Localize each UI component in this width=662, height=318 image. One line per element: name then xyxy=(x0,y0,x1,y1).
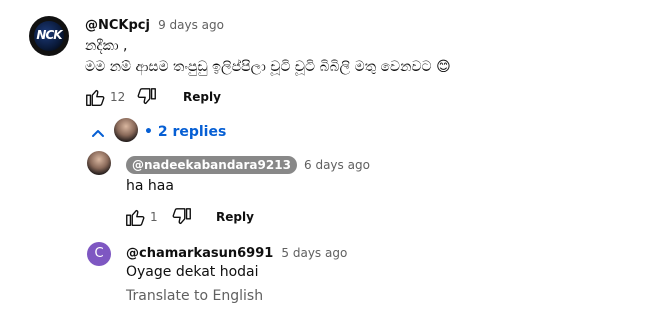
reply-button[interactable]: Reply xyxy=(183,90,221,104)
thumbs-up-icon xyxy=(126,209,145,226)
reply-2-time[interactable]: 5 days ago xyxy=(281,246,347,260)
like-count: 12 xyxy=(110,90,126,104)
reply-2-avatar-letter: C xyxy=(94,246,104,261)
reply-1-like-button[interactable] xyxy=(124,206,146,228)
chevron-up-icon xyxy=(92,130,104,137)
reply-1-avatar[interactable] xyxy=(87,151,111,175)
thumbs-down-icon xyxy=(172,208,191,225)
translate-button[interactable]: Translate to English xyxy=(126,288,263,304)
thumbs-up-icon xyxy=(86,89,105,106)
reply-2-author[interactable]: @chamarkasun6991 xyxy=(126,246,273,261)
avatar-logo-text: NCK xyxy=(36,28,62,42)
comment-header: @NCKpcj 9 days ago xyxy=(85,14,224,33)
replier-avatar-thumb xyxy=(114,118,138,142)
commenter-avatar[interactable]: NCK xyxy=(29,16,69,56)
reply-2-text: Oyage dekat hodai xyxy=(126,264,259,280)
reply-1-header: @nadeekabandara9213 6 days ago xyxy=(126,154,370,174)
reply-1-author-chip[interactable]: @nadeekabandara9213 xyxy=(126,156,297,174)
collapse-replies-button[interactable] xyxy=(90,126,106,140)
thumbs-down-icon xyxy=(137,88,156,105)
comment-time[interactable]: 9 days ago xyxy=(158,18,224,32)
replies-count-link[interactable]: • 2 replies xyxy=(144,124,226,140)
comment-text-line-1: නදීකා , xyxy=(85,38,128,54)
comment-text-line-2: මම නම් ආසම තංපුඩු ඉලිප්පිලා චූටි චූටි බි… xyxy=(85,59,451,75)
reply-1-like-count: 1 xyxy=(150,210,158,224)
like-button[interactable] xyxy=(84,86,106,108)
reply-1-reply-button[interactable]: Reply xyxy=(216,210,254,224)
reply-1-dislike-button[interactable] xyxy=(171,206,193,228)
reply-1-time[interactable]: 6 days ago xyxy=(304,158,370,172)
dislike-button[interactable] xyxy=(136,86,158,108)
reply-1-text: ha haa xyxy=(126,178,174,194)
reply-2-header: @chamarkasun6991 5 days ago xyxy=(126,242,347,261)
reply-2-avatar[interactable]: C xyxy=(87,242,111,266)
comment-author[interactable]: @NCKpcj xyxy=(85,18,150,33)
